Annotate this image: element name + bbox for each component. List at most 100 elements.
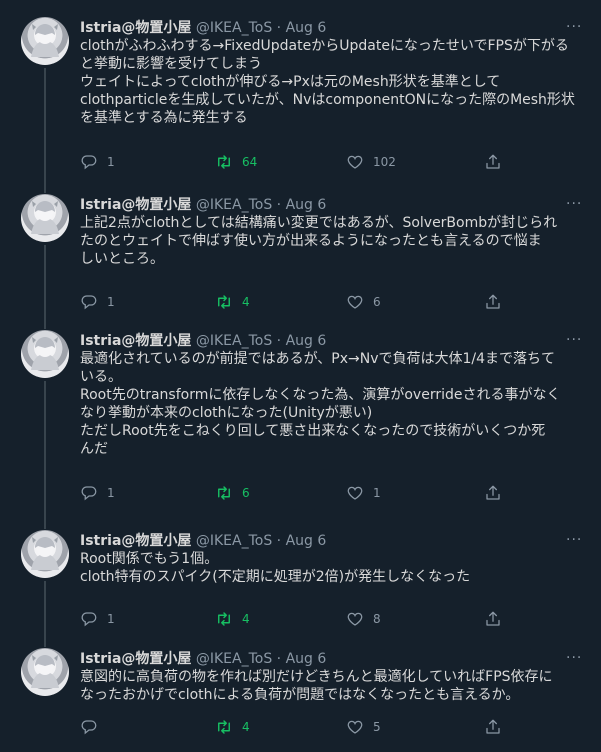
tweet-header: Istria@物置小屋 @IKEA_ToS · Aug 6 xyxy=(80,196,326,214)
retweet-icon xyxy=(215,718,233,736)
avatar[interactable] xyxy=(21,530,69,578)
reply-icon xyxy=(80,610,98,628)
reply-button[interactable]: 1 xyxy=(80,483,115,503)
user-handle[interactable]: @IKEA_ToS xyxy=(196,20,272,36)
retweet-button[interactable]: 4 xyxy=(215,717,250,737)
tweet-text-line: clothparticleを生成していたが、NvはcomponentONになった… xyxy=(80,92,575,108)
tweet-text-line: 最適化されているのが前提ではあるが、Px→Nvで負荷は大体1/4まで落ちて xyxy=(80,351,556,367)
avatar[interactable] xyxy=(21,330,69,378)
tweet-date[interactable]: Aug 6 xyxy=(286,651,327,667)
display-name[interactable]: Istria@物置小屋 xyxy=(80,533,191,549)
user-handle[interactable]: @IKEA_ToS xyxy=(196,197,272,213)
heart-icon xyxy=(346,610,364,628)
more-icon[interactable]: ··· xyxy=(566,332,582,348)
retweet-icon xyxy=(215,484,233,502)
like-button[interactable]: 8 xyxy=(346,609,381,629)
tweet-text-line: んだ xyxy=(80,441,108,457)
display-name[interactable]: Istria@物置小屋 xyxy=(80,20,191,36)
user-handle[interactable]: @IKEA_ToS xyxy=(196,333,272,349)
user-handle[interactable]: @IKEA_ToS xyxy=(196,533,272,549)
tweet-text-line: たのとウェイトで伸ばす使い方が出来るようになったとも言えるので悩ま xyxy=(80,233,542,249)
like-button[interactable]: 6 xyxy=(346,292,381,312)
replie-count: 1 xyxy=(107,295,115,309)
separator-dot: · xyxy=(276,20,282,36)
tweet-text: clothがふわふわする→FixedUpdateからUpdateになったせいでF… xyxy=(80,37,595,127)
reply-icon xyxy=(80,718,98,736)
heart-icon xyxy=(346,484,364,502)
replie-count: 1 xyxy=(107,155,115,169)
tweet-text-line: と挙動に影響を受けてしまう xyxy=(80,56,262,72)
thread-connector-line xyxy=(44,581,46,647)
tweet-text: 最適化されているのが前提ではあるが、Px→Nvで負荷は大体1/4まで落ちて いる。… xyxy=(80,350,595,458)
tweet-header: Istria@物置小屋 @IKEA_ToS · Aug 6 xyxy=(80,650,326,668)
share-icon xyxy=(484,293,502,311)
tweet-text-line: しいところ。 xyxy=(80,251,164,267)
reply-button[interactable] xyxy=(80,717,107,737)
reply-icon xyxy=(80,153,98,171)
share-button[interactable] xyxy=(484,483,502,503)
thread-connector-line xyxy=(44,245,46,329)
display-name[interactable]: Istria@物置小屋 xyxy=(80,197,191,213)
share-button[interactable] xyxy=(484,609,502,629)
replie-count: 1 xyxy=(107,612,115,626)
like-count: 1 xyxy=(373,486,381,500)
replie-count: 1 xyxy=(107,486,115,500)
tweet-text-line: なったおかげでclothによる負荷が問題ではなくなったとも言えるか。 xyxy=(80,687,520,703)
heart-icon xyxy=(346,293,364,311)
like-button[interactable]: 102 xyxy=(346,152,396,172)
like-count: 6 xyxy=(373,295,381,309)
tweet-text-line: cloth特有のスパイク(不定期に処理が2倍)が発生しなくなった xyxy=(80,569,471,585)
user-handle[interactable]: @IKEA_ToS xyxy=(196,651,272,667)
reply-button[interactable]: 1 xyxy=(80,152,115,172)
tweet-date[interactable]: Aug 6 xyxy=(286,20,327,36)
like-count: 102 xyxy=(373,155,396,169)
tweet-text-line: いる。 xyxy=(80,369,122,385)
retweet-button[interactable]: 4 xyxy=(215,609,250,629)
retweet-button[interactable]: 64 xyxy=(215,152,257,172)
share-icon xyxy=(484,153,502,171)
tweet-text-line: 意図的に高負荷の物を作れば別だけどきちんと最適化していればFPS依存に xyxy=(80,669,553,685)
retweet-count: 4 xyxy=(242,295,250,309)
retweet-button[interactable]: 4 xyxy=(215,292,250,312)
tweet-header: Istria@物置小屋 @IKEA_ToS · Aug 6 xyxy=(80,332,326,350)
share-button[interactable] xyxy=(484,152,502,172)
like-button[interactable]: 5 xyxy=(346,717,381,737)
share-icon xyxy=(484,718,502,736)
tweet-header: Istria@物置小屋 @IKEA_ToS · Aug 6 xyxy=(80,19,326,37)
retweet-count: 4 xyxy=(242,720,250,734)
reply-button[interactable]: 1 xyxy=(80,292,115,312)
heart-icon xyxy=(346,718,364,736)
retweet-count: 64 xyxy=(242,155,258,169)
share-button[interactable] xyxy=(484,292,502,312)
tweet-text-line: を基準とする為に発生する xyxy=(80,110,248,126)
more-icon[interactable]: ··· xyxy=(566,532,582,548)
display-name[interactable]: Istria@物置小屋 xyxy=(80,651,191,667)
separator-dot: · xyxy=(276,333,282,349)
heart-icon xyxy=(346,153,364,171)
avatar[interactable] xyxy=(21,648,69,696)
more-icon[interactable]: ··· xyxy=(566,19,582,35)
share-icon xyxy=(484,610,502,628)
retweet-button[interactable]: 6 xyxy=(215,483,250,503)
share-button[interactable] xyxy=(484,717,502,737)
avatar[interactable] xyxy=(21,194,69,242)
tweet-text-line: 上記2点がclothとしては結構痛い変更ではあるが、SolverBombが封じら… xyxy=(80,215,558,231)
retweet-icon xyxy=(215,610,233,628)
retweet-count: 6 xyxy=(242,486,250,500)
tweet-date[interactable]: Aug 6 xyxy=(286,533,327,549)
retweet-count: 4 xyxy=(242,612,250,626)
like-count: 5 xyxy=(373,720,381,734)
like-button[interactable]: 1 xyxy=(346,483,381,503)
tweet-date[interactable]: Aug 6 xyxy=(286,333,327,349)
avatar[interactable] xyxy=(21,17,69,65)
tweet-date[interactable]: Aug 6 xyxy=(286,197,327,213)
retweet-icon xyxy=(215,293,233,311)
display-name[interactable]: Istria@物置小屋 xyxy=(80,333,191,349)
tweet-text-line: Root先のtransformに依存しなくなった為、演算がoverrideされる… xyxy=(80,387,561,403)
tweet-text-line: ウェイトによってclothが伸びる→Pxは元のMesh形状を基準として xyxy=(80,74,501,90)
more-icon[interactable]: ··· xyxy=(566,650,582,666)
reply-button[interactable]: 1 xyxy=(80,609,115,629)
retweet-icon xyxy=(215,153,233,171)
tweet-text-line: clothがふわふわする→FixedUpdateからUpdateになったせいでF… xyxy=(80,38,569,54)
more-icon[interactable]: ··· xyxy=(566,196,582,212)
